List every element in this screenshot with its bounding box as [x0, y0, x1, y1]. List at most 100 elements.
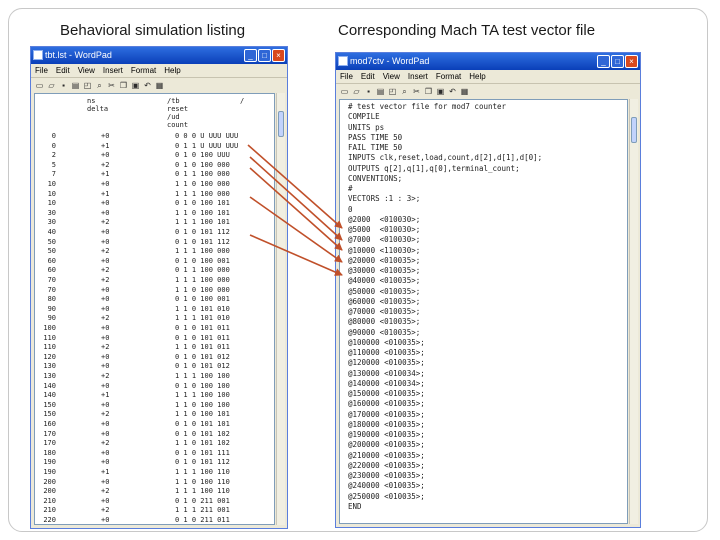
listing-header-cell: /tb [167, 97, 180, 105]
vector-file-line: PASS TIME 50 [348, 132, 403, 142]
simulation-listing-window[interactable]: tbt.lst - WordPad _ □ × File Edit View I… [30, 46, 288, 529]
window-titlebar[interactable]: mod7ctv - WordPad _ □ × [336, 53, 640, 70]
listing-delta-cell: +0 [101, 458, 110, 467]
window-titlebar[interactable]: tbt.lst - WordPad _ □ × [31, 47, 287, 64]
listing-row: 210 +0 0 1 0 211 001 [35, 497, 274, 507]
menu-file[interactable]: File [340, 70, 353, 83]
listing-delta-cell: +0 [101, 352, 110, 361]
paste-icon[interactable]: ▣ [436, 86, 445, 97]
listing-time-cell: 170 [43, 429, 56, 438]
menu-help[interactable]: Help [164, 64, 180, 77]
undo-icon[interactable]: ↶ [143, 80, 152, 91]
listing-signals-cell: 1 1 0 100 101 [175, 208, 230, 217]
find-icon[interactable]: ⌕ [95, 80, 104, 91]
listing-delta-cell: +2 [101, 314, 110, 323]
vector-file-line: @190000 <010035>; [348, 430, 425, 439]
copy-icon[interactable]: ❐ [424, 86, 433, 97]
listing-time-cell: 130 [43, 362, 56, 371]
listing-delta-cell: +0 [101, 285, 110, 294]
date-icon[interactable]: ▦ [155, 80, 164, 91]
listing-row: 80 +0 0 1 0 100 001 [35, 295, 274, 305]
menu-edit[interactable]: Edit [56, 64, 70, 77]
menu-insert[interactable]: Insert [408, 70, 428, 83]
listing-delta-cell: +0 [101, 400, 110, 409]
scroll-thumb[interactable] [631, 117, 637, 143]
vector-file-line: @250000 <010035>; [348, 491, 425, 501]
copy-icon[interactable]: ❐ [119, 80, 128, 91]
cut-icon[interactable]: ✂ [412, 86, 421, 97]
menu-view[interactable]: View [383, 70, 400, 83]
menu-file[interactable]: File [35, 64, 48, 77]
new-icon[interactable]: ▭ [35, 80, 44, 91]
toolbar: ▭ ▱ ▪ ▤ ◰ ⌕ ✂ ❐ ▣ ↶ ▦ [31, 77, 287, 92]
document-area[interactable]: # test vector file for mod7 counter COMPI… [339, 99, 628, 524]
listing-signals-cell: 1 1 1 100 000 [175, 189, 230, 198]
vertical-scrollbar[interactable] [276, 93, 285, 525]
listing-header-cell: reset [167, 105, 189, 113]
listing-header-cell: /ud [167, 113, 180, 121]
listing-delta-cell: +0 [101, 381, 110, 390]
listing-delta-cell: +0 [101, 324, 110, 332]
undo-icon[interactable]: ↶ [448, 86, 457, 97]
document-area[interactable]: ns/tb / delta reset/ud count 0 +0 0 0 0 U UUU … [34, 93, 275, 525]
menu-format[interactable]: Format [131, 64, 156, 77]
listing-row: 10 +0 1 1 0 100 000 [35, 180, 274, 190]
listing-signals-cell: 0 1 0 100 001 [175, 295, 230, 304]
listing-row: 160 +0 0 1 0 101 101 [35, 420, 274, 430]
new-icon[interactable]: ▭ [340, 86, 349, 97]
listing-delta-cell: +0 [101, 151, 110, 160]
paste-icon[interactable]: ▣ [131, 80, 140, 91]
listing-delta-cell: +0 [101, 228, 110, 236]
listing-row: 90 +2 1 1 1 101 010 [35, 314, 274, 324]
print-icon[interactable]: ▤ [71, 80, 80, 91]
listing-delta-cell: +2 [101, 439, 110, 448]
listing-row: 200 +2 1 1 1 100 110 [35, 487, 274, 497]
listing-delta-cell: +0 [101, 448, 110, 457]
preview-icon[interactable]: ◰ [83, 80, 92, 91]
listing-row: 180 +0 0 1 0 101 111 [35, 449, 274, 459]
scroll-thumb[interactable] [278, 111, 284, 137]
maximize-button[interactable]: □ [258, 49, 271, 62]
menu-format[interactable]: Format [436, 70, 461, 83]
save-icon[interactable]: ▪ [59, 80, 68, 91]
vector-file-line: @30000 <010035>; [348, 266, 421, 275]
toolbar: ▭ ▱ ▪ ▤ ◰ ⌕ ✂ ❐ ▣ ↶ ▦ [336, 83, 640, 98]
listing-delta-cell: +2 [101, 160, 110, 169]
date-icon[interactable]: ▦ [460, 86, 469, 97]
listing-time-cell: 10 [47, 180, 56, 188]
vertical-scrollbar[interactable] [629, 99, 638, 524]
cut-icon[interactable]: ✂ [107, 80, 116, 91]
menu-edit[interactable]: Edit [361, 70, 375, 83]
vector-file-line: COMPILE [348, 112, 380, 122]
open-icon[interactable]: ▱ [47, 80, 56, 91]
window-title: tbt.lst - WordPad [45, 50, 112, 60]
listing-row: 100 +0 0 1 0 101 011 [35, 324, 274, 334]
menu-help[interactable]: Help [469, 70, 485, 83]
listing-header-cell: delta [87, 105, 109, 113]
close-button[interactable]: × [625, 55, 638, 68]
maximize-button[interactable]: □ [611, 55, 624, 68]
listing-signals-cell: 1 1 0 100 110 [175, 477, 230, 486]
preview-icon[interactable]: ◰ [388, 86, 397, 97]
listing-signals-cell: 1 1 1 100 101 [175, 218, 230, 227]
listing-signals-cell: 1 1 1 100 110 [175, 468, 230, 476]
listing-time-cell: 40 [47, 228, 56, 236]
open-icon[interactable]: ▱ [352, 86, 361, 97]
menu-insert[interactable]: Insert [103, 64, 123, 77]
menu-bar: File Edit View Insert Format Help [336, 70, 640, 83]
find-icon[interactable]: ⌕ [400, 86, 409, 97]
menu-view[interactable]: View [78, 64, 95, 77]
listing-row: 130 +0 0 1 0 101 012 [35, 362, 274, 372]
listing-delta-cell: +1 [101, 170, 110, 179]
test-vector-window[interactable]: mod7ctv - WordPad _ □ × File Edit View I… [335, 52, 641, 528]
minimize-button[interactable]: _ [244, 49, 257, 62]
listing-signals-cell: 1 1 0 100 000 [175, 180, 230, 188]
close-button[interactable]: × [272, 49, 285, 62]
save-icon[interactable]: ▪ [364, 86, 373, 97]
print-icon[interactable]: ▤ [376, 86, 385, 97]
listing-delta-cell: +0 [101, 362, 110, 371]
listing-signals-cell: 1 1 0 101 010 [175, 304, 230, 313]
listing-signals-cell: 0 1 1 100 000 [175, 170, 230, 179]
minimize-button[interactable]: _ [597, 55, 610, 68]
listing-signals-cell: 1 1 0 101 011 [175, 343, 230, 352]
